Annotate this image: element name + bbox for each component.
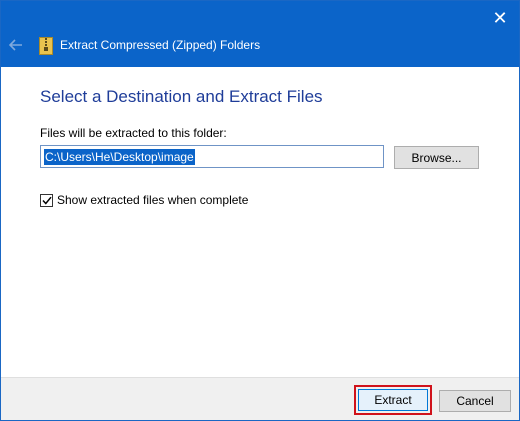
destination-path-value: C:\Users\He\Desktop\image [44, 149, 195, 165]
extract-dialog: ✕ Extract Compressed (Zipped) Folders Se… [0, 0, 520, 421]
back-arrow-icon [9, 39, 22, 51]
window-title: Extract Compressed (Zipped) Folders [60, 38, 261, 52]
zip-folder-icon [39, 37, 53, 55]
checkmark-icon [41, 196, 52, 205]
close-icon: ✕ [492, 8, 508, 28]
cancel-button[interactable]: Cancel [439, 390, 511, 412]
close-button[interactable]: ✕ [487, 5, 513, 31]
page-heading: Select a Destination and Extract Files [40, 87, 323, 106]
back-button[interactable] [5, 34, 27, 56]
show-files-label: Show extracted files when complete [57, 193, 249, 207]
show-files-checkbox[interactable] [40, 193, 53, 207]
destination-path-input[interactable]: C:\Users\He\Desktop\image [40, 145, 384, 168]
destination-label: Files will be extracted to this folder: [40, 126, 227, 140]
extract-button[interactable]: Extract [358, 389, 428, 411]
title-bar: ✕ Extract Compressed (Zipped) Folders [1, 1, 519, 67]
browse-button[interactable]: Browse... [394, 146, 479, 169]
show-files-option[interactable]: Show extracted files when complete [40, 193, 248, 207]
